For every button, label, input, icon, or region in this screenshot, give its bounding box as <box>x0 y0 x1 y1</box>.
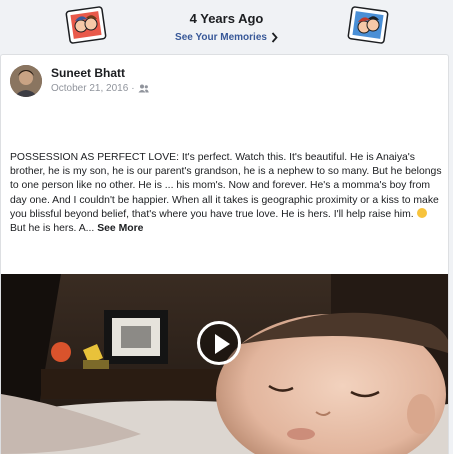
post-body-tail: But he is hers. A... <box>10 223 95 235</box>
winking-face-icon <box>416 207 427 218</box>
post-date[interactable]: October 21, 2016 <box>51 83 128 94</box>
memories-illustration-icon <box>347 6 389 44</box>
post-text: POSSESSION AS PERFECT LOVE: It's perfect… <box>10 151 442 236</box>
post-author-name[interactable]: Suneet Bhatt <box>51 66 125 80</box>
memories-header: 4 Years Ago See Your Memories <box>0 0 453 52</box>
post-body: POSSESSION AS PERFECT LOVE: It's perfect… <box>10 152 442 220</box>
see-your-memories-label: See Your Memories <box>175 32 267 43</box>
chevron-right-icon <box>271 32 278 43</box>
see-your-memories-link[interactable]: See Your Memories <box>175 30 278 45</box>
video-play-button[interactable] <box>197 321 241 365</box>
post-meta: October 21, 2016 · <box>51 83 149 94</box>
see-more-link[interactable]: See More <box>97 223 143 234</box>
memory-post-card: Suneet Bhatt October 21, 2016 · POSSESSI… <box>0 54 449 454</box>
friends-icon[interactable] <box>138 84 149 93</box>
avatar[interactable] <box>10 65 42 97</box>
play-icon <box>215 334 230 354</box>
meta-separator: · <box>131 83 135 94</box>
